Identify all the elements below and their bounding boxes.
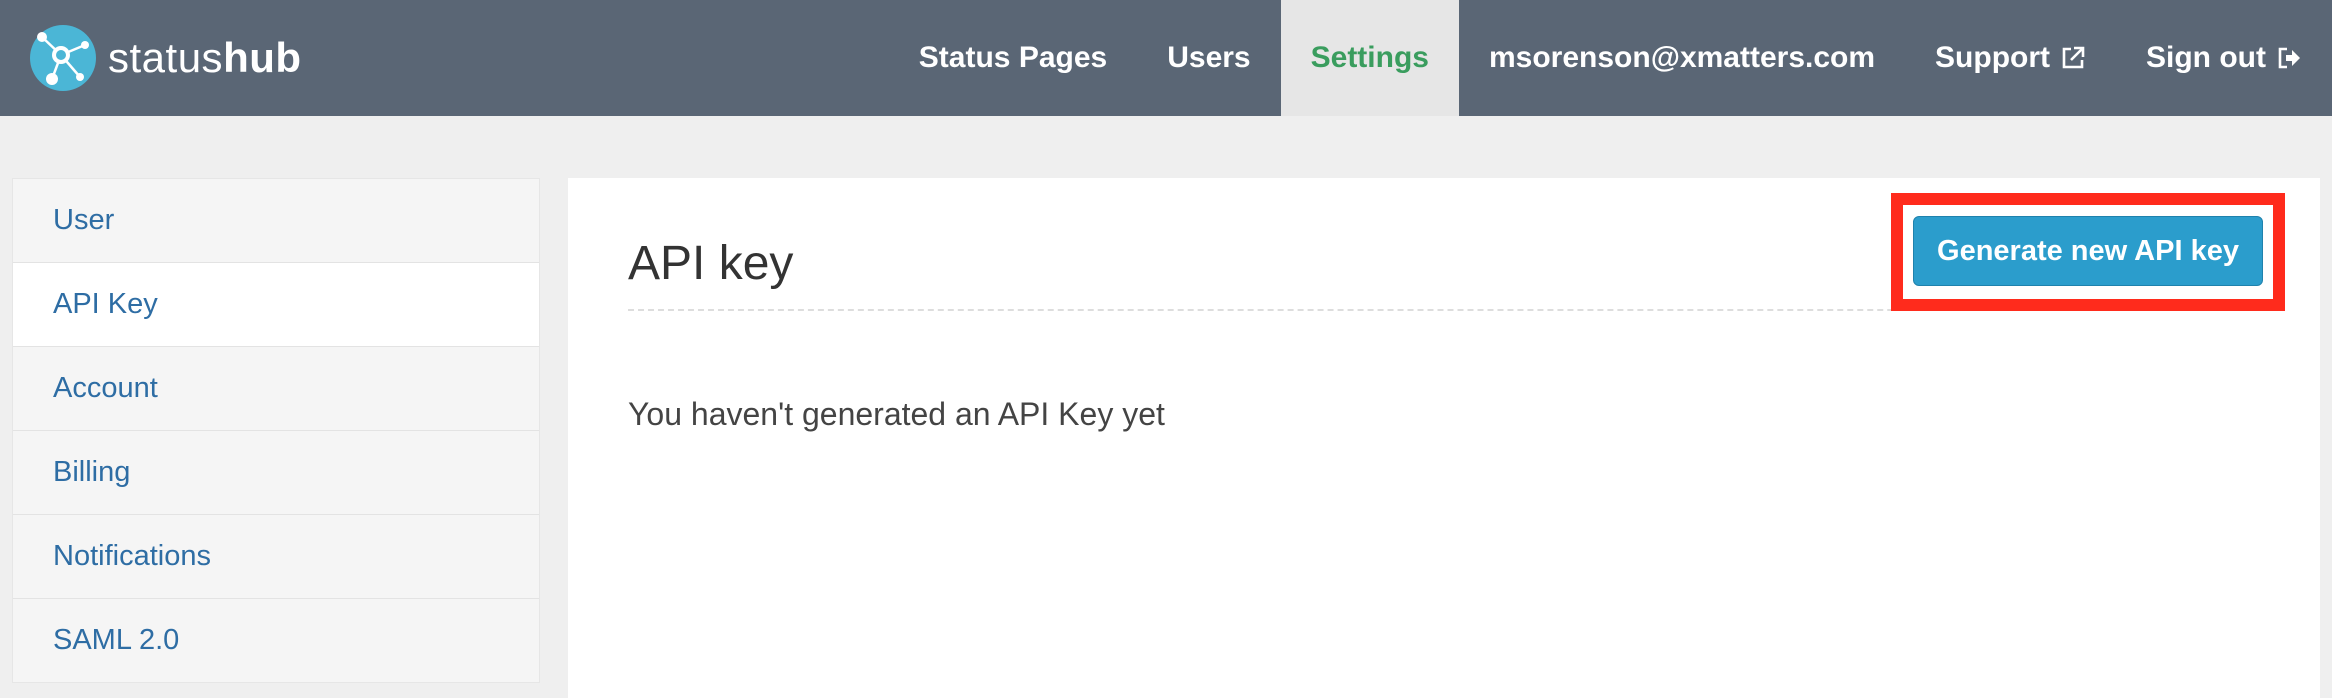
generate-api-key-button[interactable]: Generate new API key: [1913, 216, 2263, 286]
nav-settings-label: Settings: [1310, 41, 1429, 74]
nav-account-email[interactable]: msorenson@xmatters.com: [1459, 0, 1905, 116]
sidebar-item-api-key[interactable]: API Key: [13, 262, 539, 346]
sidebar-item-label: SAML 2.0: [53, 624, 180, 656]
nav-users-label: Users: [1167, 41, 1251, 74]
sign-out-icon: [2276, 45, 2302, 71]
top-navbar: statushub Status Pages Users Settings ms…: [0, 0, 2332, 116]
sidebar-item-saml[interactable]: SAML 2.0: [13, 598, 539, 682]
sidebar-item-label: Billing: [53, 456, 131, 488]
external-link-icon: [2060, 45, 2086, 71]
sidebar-item-billing[interactable]: Billing: [13, 430, 539, 514]
brand-name: statushub: [108, 37, 302, 79]
sidebar-item-account[interactable]: Account: [13, 346, 539, 430]
nav-status-pages[interactable]: Status Pages: [889, 0, 1137, 116]
nav-status-pages-label: Status Pages: [918, 41, 1108, 74]
nav-sign-out-label: Sign out: [2146, 41, 2266, 74]
sidebar-item-label: API Key: [53, 288, 158, 320]
page-title: API key: [628, 237, 794, 290]
empty-state-message: You haven't generated an API Key yet: [628, 396, 1165, 432]
sidebar-item-label: Notifications: [53, 540, 211, 572]
sidebar-item-label: Account: [53, 372, 158, 404]
brand-name-bold: hub: [223, 34, 302, 81]
nav-support-label: Support: [1935, 41, 2051, 74]
sidebar-item-user[interactable]: User: [13, 179, 539, 262]
settings-sidebar: User API Key Account Billing Notificatio…: [12, 178, 540, 683]
nav-support[interactable]: Support: [1905, 0, 2116, 116]
network-nodes-icon: [28, 23, 98, 93]
sidebar-item-notifications[interactable]: Notifications: [13, 514, 539, 598]
nav-sign-out[interactable]: Sign out: [2116, 0, 2332, 116]
sidebar-item-label: User: [53, 204, 115, 236]
nav-users[interactable]: Users: [1137, 0, 1280, 116]
main-nav: Status Pages Users Settings msorenson@xm…: [889, 0, 2332, 116]
brand[interactable]: statushub: [28, 10, 302, 106]
brand-name-light: status: [108, 34, 224, 81]
nav-account-email-label: msorenson@xmatters.com: [1488, 41, 1876, 74]
nav-settings[interactable]: Settings: [1280, 0, 1459, 116]
